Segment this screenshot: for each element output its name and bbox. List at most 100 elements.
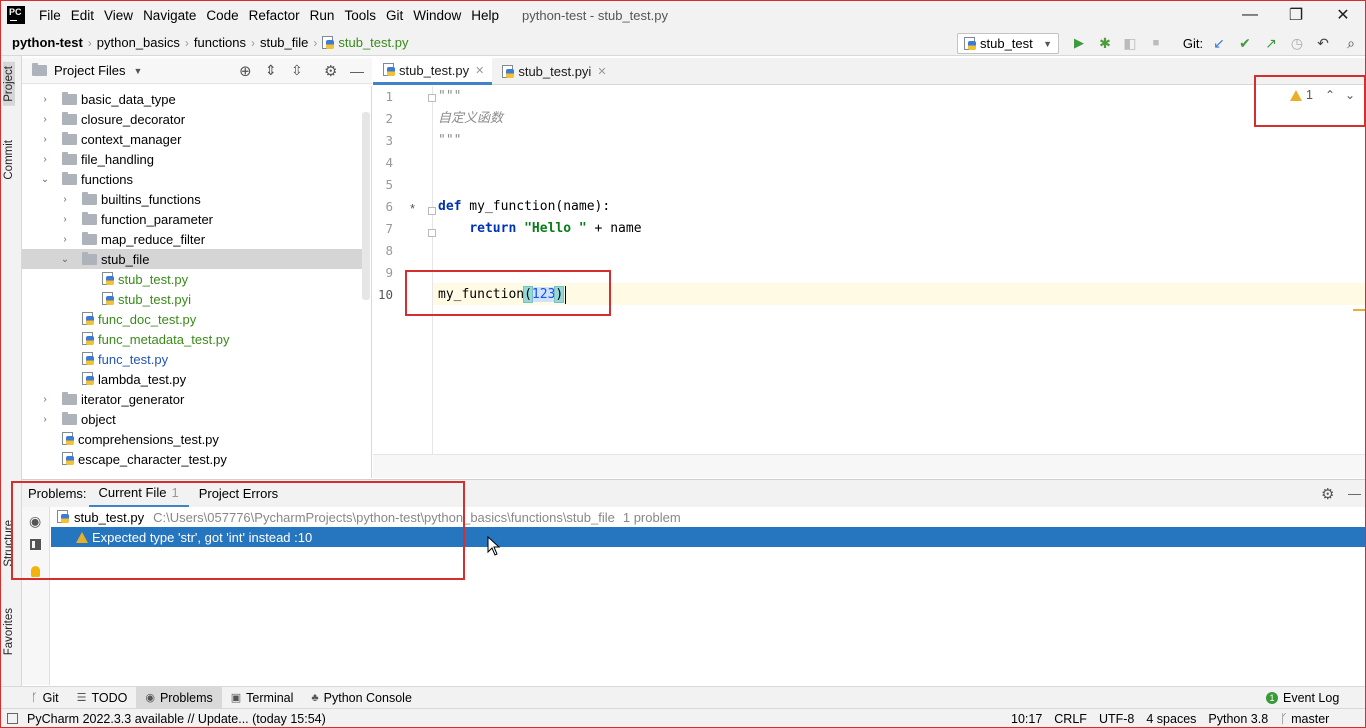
breadcrumb-item[interactable]: › python_basics: [83, 35, 180, 50]
line-separator[interactable]: CRLF: [1048, 712, 1093, 726]
hide-icon[interactable]: —: [350, 63, 364, 79]
tree-file[interactable]: escape_character_test.py: [22, 449, 362, 469]
search-icon[interactable]: ⌕: [1340, 33, 1362, 53]
project-tool-tab[interactable]: Project: [3, 62, 15, 106]
run-configuration-select[interactable]: stub_test ▼: [957, 33, 1059, 54]
chevron-right-icon[interactable]: ›: [38, 94, 52, 105]
previous-highlight-icon[interactable]: ⌃: [1325, 88, 1335, 102]
menu-edit[interactable]: Edit: [66, 8, 99, 23]
tree-folder[interactable]: ⌄ functions: [22, 169, 362, 189]
tree-scrollbar[interactable]: [362, 112, 370, 300]
problems-tab[interactable]: Project Errors: [189, 480, 288, 508]
eye-icon[interactable]: ◉: [29, 513, 41, 530]
tree-file[interactable]: stub_test.pyi: [22, 289, 362, 309]
gear-icon[interactable]: ⚙: [324, 62, 337, 80]
project-view-select[interactable]: Project Files: [54, 63, 126, 78]
override-marker[interactable]: *: [410, 201, 415, 216]
file-encoding[interactable]: UTF-8: [1093, 712, 1140, 726]
menu-navigate[interactable]: Navigate: [138, 8, 201, 23]
tree-file[interactable]: func_doc_test.py: [22, 309, 362, 329]
tree-folder[interactable]: › context_manager: [22, 129, 362, 149]
menu-help[interactable]: Help: [466, 8, 504, 23]
chevron-right-icon[interactable]: ›: [58, 194, 72, 205]
warning-stripe-marker[interactable]: [1353, 309, 1365, 311]
tree-file[interactable]: stub_test.py: [22, 269, 362, 289]
editor-tab[interactable]: stub_test.pyi ✕: [492, 58, 614, 85]
tool-window-git[interactable]: ᚴ Git: [22, 687, 68, 709]
preview-icon[interactable]: [30, 539, 41, 550]
editor-tab[interactable]: stub_test.py ✕: [373, 58, 493, 85]
problem-item[interactable]: Expected type 'str', got 'int' instead :…: [51, 527, 1366, 547]
menu-file[interactable]: File: [34, 8, 66, 23]
tree-file[interactable]: func_test.py: [22, 349, 362, 369]
locate-icon[interactable]: ⊕: [239, 62, 252, 80]
menu-git[interactable]: Git: [381, 8, 408, 23]
chevron-right-icon[interactable]: ›: [38, 394, 52, 405]
toggle-tool-windows-icon[interactable]: [7, 713, 18, 724]
fold-icon[interactable]: [428, 229, 436, 237]
chevron-right-icon[interactable]: ›: [58, 214, 72, 225]
tree-folder[interactable]: › builtins_functions: [22, 189, 362, 209]
tool-window-todo[interactable]: ☰ TODO: [68, 687, 137, 709]
status-message[interactable]: PyCharm 2022.3.3 available // Update... …: [21, 712, 332, 726]
git-update-icon[interactable]: ↙: [1208, 33, 1230, 53]
expand-all-icon[interactable]: ⇕: [265, 62, 277, 79]
problem-file-row[interactable]: stub_test.py C:\Users\057776\PycharmProj…: [51, 507, 1366, 527]
rollback-icon[interactable]: ↶: [1312, 33, 1334, 53]
breadcrumb-item[interactable]: › stub_test.py: [308, 35, 408, 50]
tree-folder[interactable]: › basic_data_type: [22, 89, 362, 109]
breadcrumb-item[interactable]: python-test: [12, 35, 83, 50]
chevron-down-icon[interactable]: ⌄: [38, 174, 52, 185]
tree-file[interactable]: lambda_test.py: [22, 369, 362, 389]
tree-file[interactable]: comprehensions_test.py: [22, 429, 362, 449]
structure-tool-tab[interactable]: Structure: [3, 520, 15, 567]
menu-tools[interactable]: Tools: [339, 8, 381, 23]
chevron-right-icon[interactable]: ›: [58, 234, 72, 245]
tree-file[interactable]: func_metadata_test.py: [22, 329, 362, 349]
close-tab-icon[interactable]: ✕: [475, 64, 484, 77]
git-push-icon[interactable]: ↗: [1260, 33, 1282, 53]
event-log-tab[interactable]: 1 Event Log: [1266, 691, 1339, 705]
coverage-icon[interactable]: ◧: [1119, 33, 1141, 53]
indent-setting[interactable]: 4 spaces: [1140, 712, 1202, 726]
tree-folder[interactable]: › file_handling: [22, 149, 362, 169]
menu-run[interactable]: Run: [305, 8, 340, 23]
inspection-widget[interactable]: 1 ⌃ ⌄: [1290, 88, 1355, 102]
restore-button[interactable]: ❐: [1273, 0, 1319, 30]
favorites-tool-tab[interactable]: Favorites: [3, 608, 15, 655]
menu-window[interactable]: Window: [408, 8, 466, 23]
run-icon[interactable]: ▶: [1068, 33, 1090, 53]
breadcrumb-item[interactable]: › stub_file: [246, 35, 308, 50]
commit-tool-tab[interactable]: Commit: [3, 140, 15, 180]
python-interpreter[interactable]: Python 3.8: [1202, 712, 1274, 726]
chevron-right-icon[interactable]: ›: [38, 414, 52, 425]
tree-folder[interactable]: › function_parameter: [22, 209, 362, 229]
code-editor[interactable]: """ 自定义函数 """ def my_function(name): return…: [438, 86, 1366, 454]
minimize-button[interactable]: —: [1227, 0, 1273, 30]
git-branch[interactable]: ᚴ master: [1274, 712, 1335, 726]
tool-window-problems[interactable]: ◉ Problems: [136, 686, 222, 709]
chevron-right-icon[interactable]: ›: [38, 154, 52, 165]
chevron-right-icon[interactable]: ›: [38, 114, 52, 125]
chevron-right-icon[interactable]: ›: [38, 134, 52, 145]
history-icon[interactable]: ◷: [1286, 33, 1308, 53]
chevron-down-icon[interactable]: ▼: [134, 66, 143, 76]
close-tab-icon[interactable]: ✕: [597, 65, 606, 78]
chevron-down-icon[interactable]: ⌄: [58, 254, 72, 265]
gear-icon[interactable]: ⚙: [1321, 485, 1334, 503]
close-window-button[interactable]: ✕: [1320, 0, 1366, 30]
debug-icon[interactable]: ✱: [1094, 33, 1116, 53]
menu-code[interactable]: Code: [201, 8, 243, 23]
stop-icon[interactable]: ■: [1145, 33, 1167, 53]
lightbulb-icon[interactable]: [31, 566, 40, 577]
fold-icon[interactable]: [428, 207, 436, 215]
breadcrumb-item[interactable]: › functions: [180, 35, 246, 50]
tree-folder[interactable]: › closure_decorator: [22, 109, 362, 129]
git-commit-icon[interactable]: ✔: [1234, 33, 1256, 53]
problems-tab[interactable]: Current File 1: [88, 480, 189, 508]
hide-icon[interactable]: —: [1348, 486, 1361, 501]
menu-refactor[interactable]: Refactor: [244, 8, 305, 23]
collapse-all-icon[interactable]: ⇳: [291, 62, 303, 79]
caret-position[interactable]: 10:17: [1005, 712, 1048, 726]
tree-folder[interactable]: › map_reduce_filter: [22, 229, 362, 249]
